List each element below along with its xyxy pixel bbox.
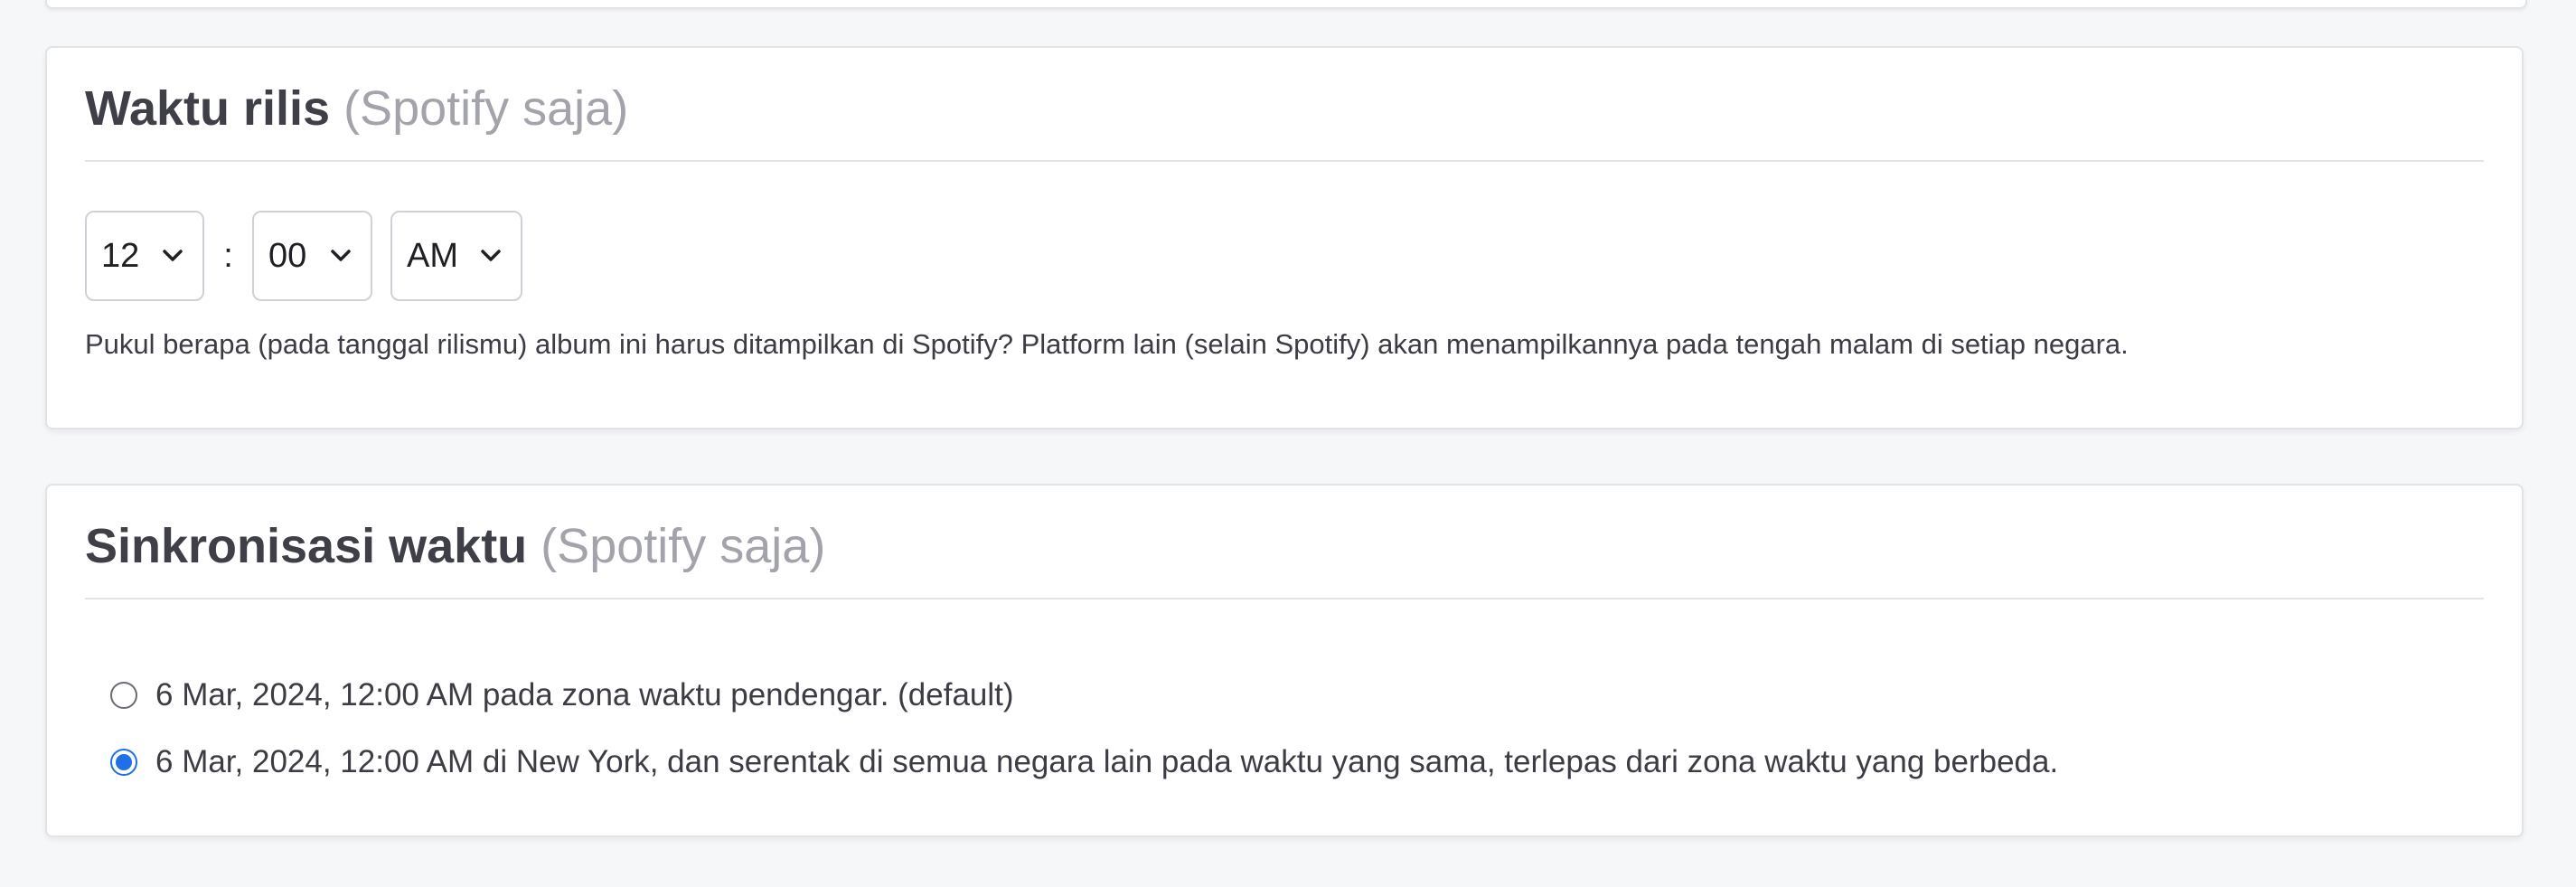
minute-select[interactable]: 00 bbox=[252, 211, 372, 301]
sync-option-new-york[interactable]: 6 Mar, 2024, 12:00 AM di New York, dan s… bbox=[110, 729, 2058, 796]
am-pm-select-value: AM bbox=[407, 236, 458, 275]
release-time-title: Waktu rilis (Spotify saja) bbox=[85, 84, 2484, 133]
previous-card-edge bbox=[45, 0, 2527, 9]
release-time-header: Waktu rilis (Spotify saja) bbox=[85, 84, 2484, 162]
chevron-down-icon bbox=[331, 250, 351, 262]
radio-button-selected[interactable] bbox=[110, 749, 137, 776]
radio-button-unselected[interactable] bbox=[110, 682, 137, 709]
release-time-title-main: Waktu rilis bbox=[85, 81, 331, 136]
chevron-down-icon bbox=[163, 250, 183, 262]
release-time-title-note: (Spotify saja) bbox=[343, 81, 629, 136]
release-time-selectors: 12 : 00 AM bbox=[85, 211, 522, 301]
sync-option-label: 6 Mar, 2024, 12:00 AM pada zona waktu pe… bbox=[155, 677, 1014, 712]
time-sync-header: Sinkronisasi waktu (Spotify saja) bbox=[85, 522, 2484, 599]
time-sync-title-main: Sinkronisasi waktu bbox=[85, 519, 528, 573]
sync-option-label: 6 Mar, 2024, 12:00 AM di New York, dan s… bbox=[155, 744, 2059, 779]
chevron-down-icon bbox=[481, 250, 501, 262]
time-sync-options: 6 Mar, 2024, 12:00 AM pada zona waktu pe… bbox=[110, 662, 2058, 796]
release-time-help-text: Pukul berapa (pada tanggal rilismu) albu… bbox=[85, 328, 2129, 360]
sync-option-listener-timezone[interactable]: 6 Mar, 2024, 12:00 AM pada zona waktu pe… bbox=[110, 662, 2058, 729]
time-sync-title: Sinkronisasi waktu (Spotify saja) bbox=[85, 522, 2484, 571]
time-sync-card: Sinkronisasi waktu (Spotify saja) 6 Mar,… bbox=[45, 484, 2524, 837]
time-separator: : bbox=[223, 236, 233, 275]
hour-select[interactable]: 12 bbox=[85, 211, 204, 301]
release-time-card: Waktu rilis (Spotify saja) 12 : 00 AM Pu… bbox=[45, 46, 2524, 429]
hour-select-value: 12 bbox=[101, 236, 140, 275]
time-sync-title-note: (Spotify saja) bbox=[541, 519, 826, 573]
minute-select-value: 00 bbox=[268, 236, 307, 275]
am-pm-select[interactable]: AM bbox=[390, 211, 522, 301]
